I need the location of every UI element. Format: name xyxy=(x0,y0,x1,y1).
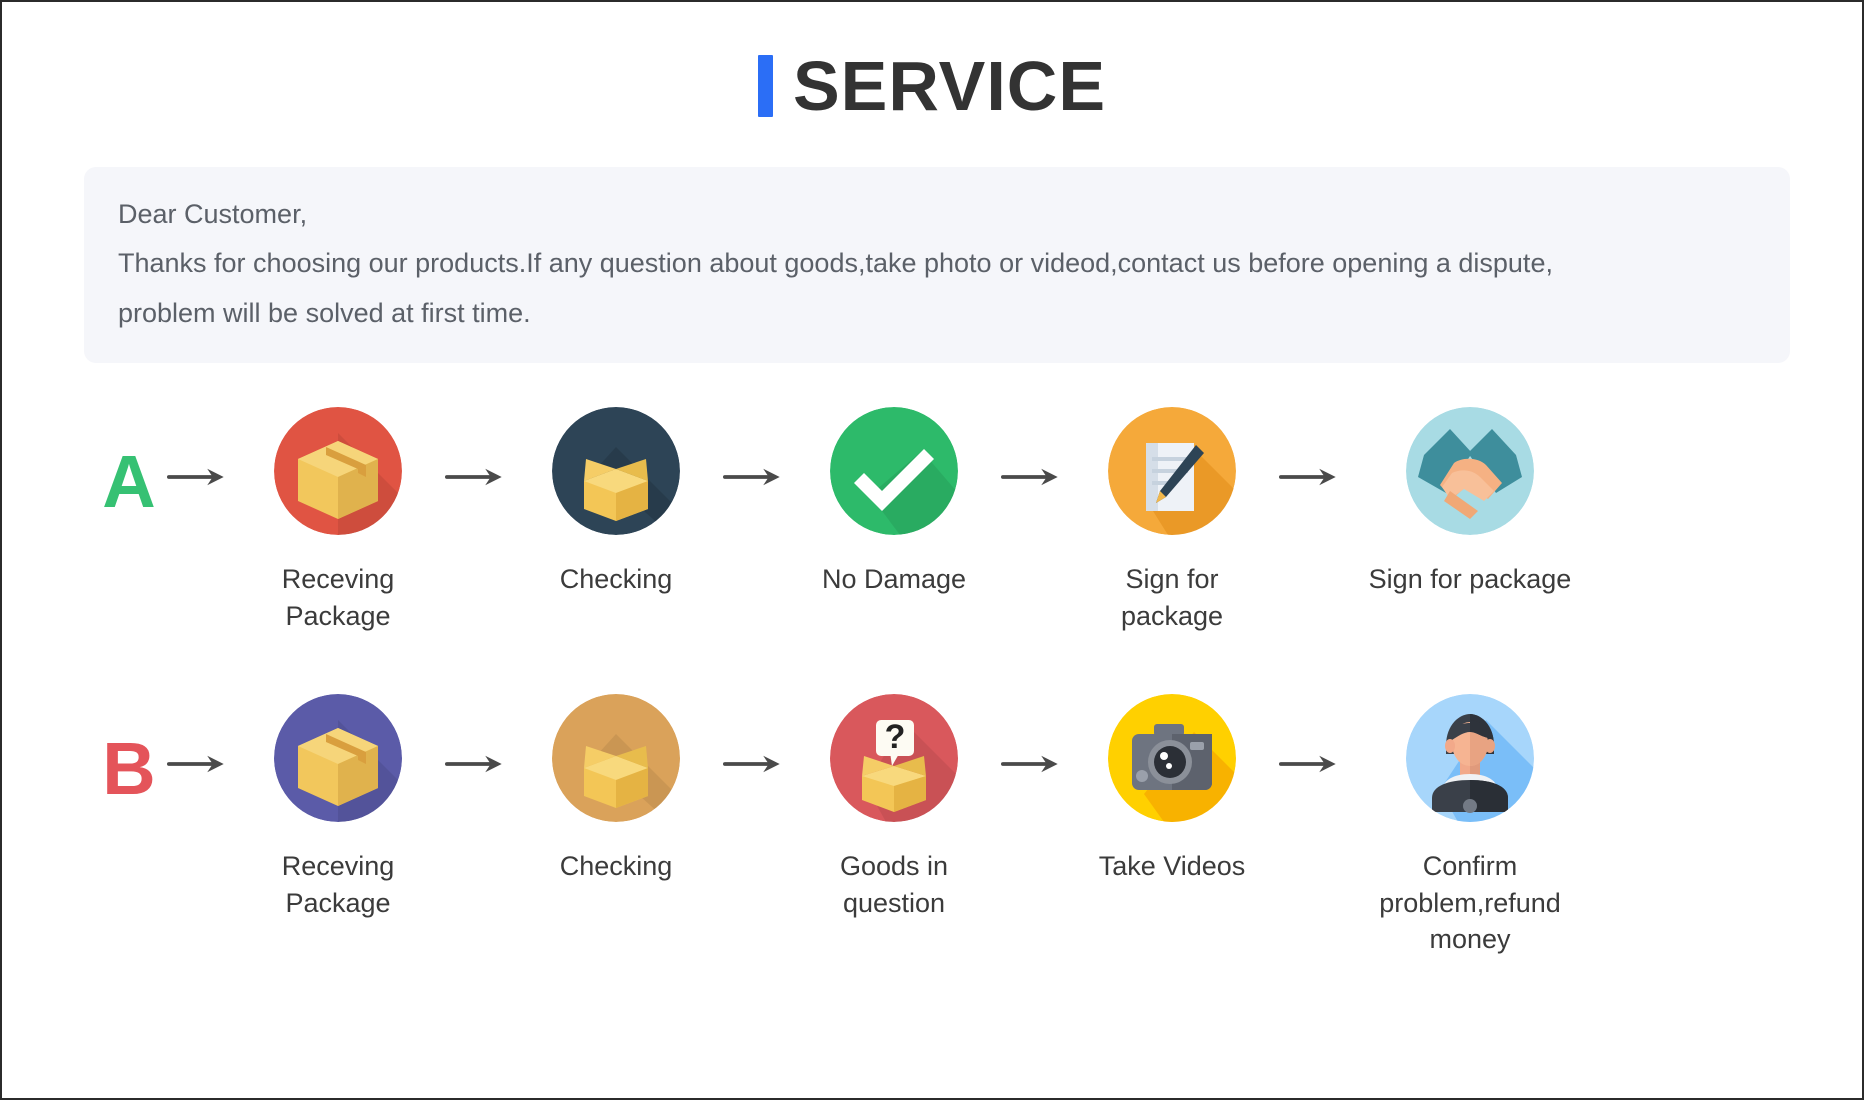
page-title-text: SERVICE xyxy=(792,47,1107,125)
step-label: Checking xyxy=(559,564,673,595)
camera-icon xyxy=(1108,694,1236,823)
flow-row-b: B Receving Package Checking ? Goods in q… xyxy=(2,694,1862,957)
step-a-5: Sign for package xyxy=(1350,407,1590,597)
step-label: Sign for package xyxy=(1368,564,1572,595)
arrow-right-icon xyxy=(994,752,1072,776)
notice-line-1: Dear Customer, xyxy=(118,199,308,229)
arrow-right-icon xyxy=(1272,752,1350,776)
step-label: Receving Package xyxy=(281,564,395,631)
flow-row-a: A Receving Package Checking No Damage Si… xyxy=(2,407,1862,634)
person-icon xyxy=(1406,694,1534,823)
step-label: Checking xyxy=(559,851,673,882)
notice-line-2: Thanks for choosing our products.If any … xyxy=(118,248,1553,279)
step-label: Receving Package xyxy=(281,851,395,918)
step-label: Confirm problem,refund money xyxy=(1379,851,1561,954)
arrow-right-icon xyxy=(438,752,516,776)
step-a-2: Checking xyxy=(516,407,716,597)
step-a-4: Sign for package xyxy=(1072,407,1272,634)
flow-label-a: A xyxy=(102,440,156,524)
open-box-icon xyxy=(552,407,680,536)
service-page: SERVICE Dear Customer, Thanks for choosi… xyxy=(0,0,1864,1100)
open-box-icon xyxy=(552,694,680,823)
arrow-right-icon xyxy=(438,465,516,489)
closed-box-icon xyxy=(274,407,402,536)
step-b-5: Confirm problem,refund money xyxy=(1350,694,1590,957)
arrow-right-icon xyxy=(1272,465,1350,489)
arrow-right-icon xyxy=(716,752,794,776)
arrow-right-icon xyxy=(716,465,794,489)
step-label: Sign for package xyxy=(1120,564,1224,631)
title-accent-bar xyxy=(757,55,773,117)
handshake-icon xyxy=(1406,407,1534,536)
customer-notice-box: Dear Customer, Thanks for choosing our p… xyxy=(84,167,1790,364)
step-a-1: Receving Package xyxy=(238,407,438,634)
step-a-3: No Damage xyxy=(794,407,994,597)
step-label: Goods in question xyxy=(839,851,949,918)
closed-box-icon xyxy=(274,694,402,823)
page-title: SERVICE xyxy=(2,2,1862,152)
step-label: Take Videos xyxy=(1098,851,1246,882)
step-label: No Damage xyxy=(821,564,967,595)
arrow-right-icon xyxy=(160,752,238,776)
step-b-2: Checking xyxy=(516,694,716,884)
checkmark-icon xyxy=(830,407,958,536)
document-pen-icon xyxy=(1108,407,1236,536)
flow-label-b: B xyxy=(102,727,156,811)
notice-line-3: problem will be solved at first time. xyxy=(118,297,531,328)
step-b-3: ? Goods in question xyxy=(794,694,994,921)
step-b-1: Receving Package xyxy=(238,694,438,921)
svg-text:?: ? xyxy=(885,718,906,756)
arrow-right-icon xyxy=(994,465,1072,489)
step-b-4: Take Videos xyxy=(1072,694,1272,884)
arrow-right-icon xyxy=(160,465,238,489)
question-box-icon: ? xyxy=(830,694,958,823)
